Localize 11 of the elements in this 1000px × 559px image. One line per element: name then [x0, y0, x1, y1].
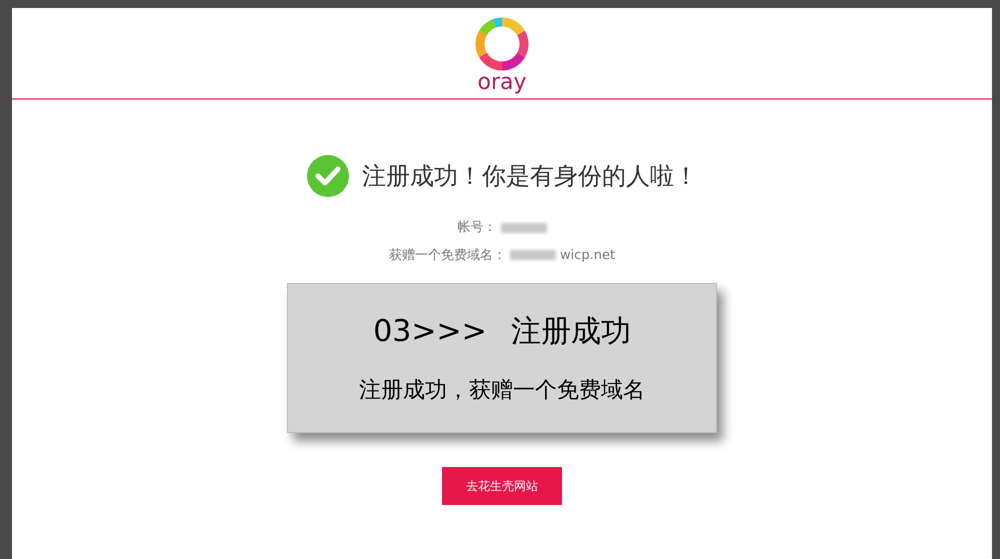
go-to-site-button[interactable]: 去花生壳网站	[442, 467, 562, 505]
step-number: 03>>>	[373, 313, 487, 351]
logo-ring-icon	[474, 16, 530, 72]
step-subtitle: 注册成功，获赠一个免费域名	[359, 377, 645, 405]
check-circle-icon	[306, 154, 350, 198]
detail-value: wicp.net	[560, 246, 616, 264]
detail-label: 获赠一个免费域名：	[388, 246, 506, 264]
success-title: 注册成功！你是有身份的人啦！	[362, 161, 698, 192]
logo-text: oray	[477, 72, 526, 94]
detail-label: 帐号：	[458, 219, 496, 237]
step-title: 注册成功	[510, 313, 631, 351]
